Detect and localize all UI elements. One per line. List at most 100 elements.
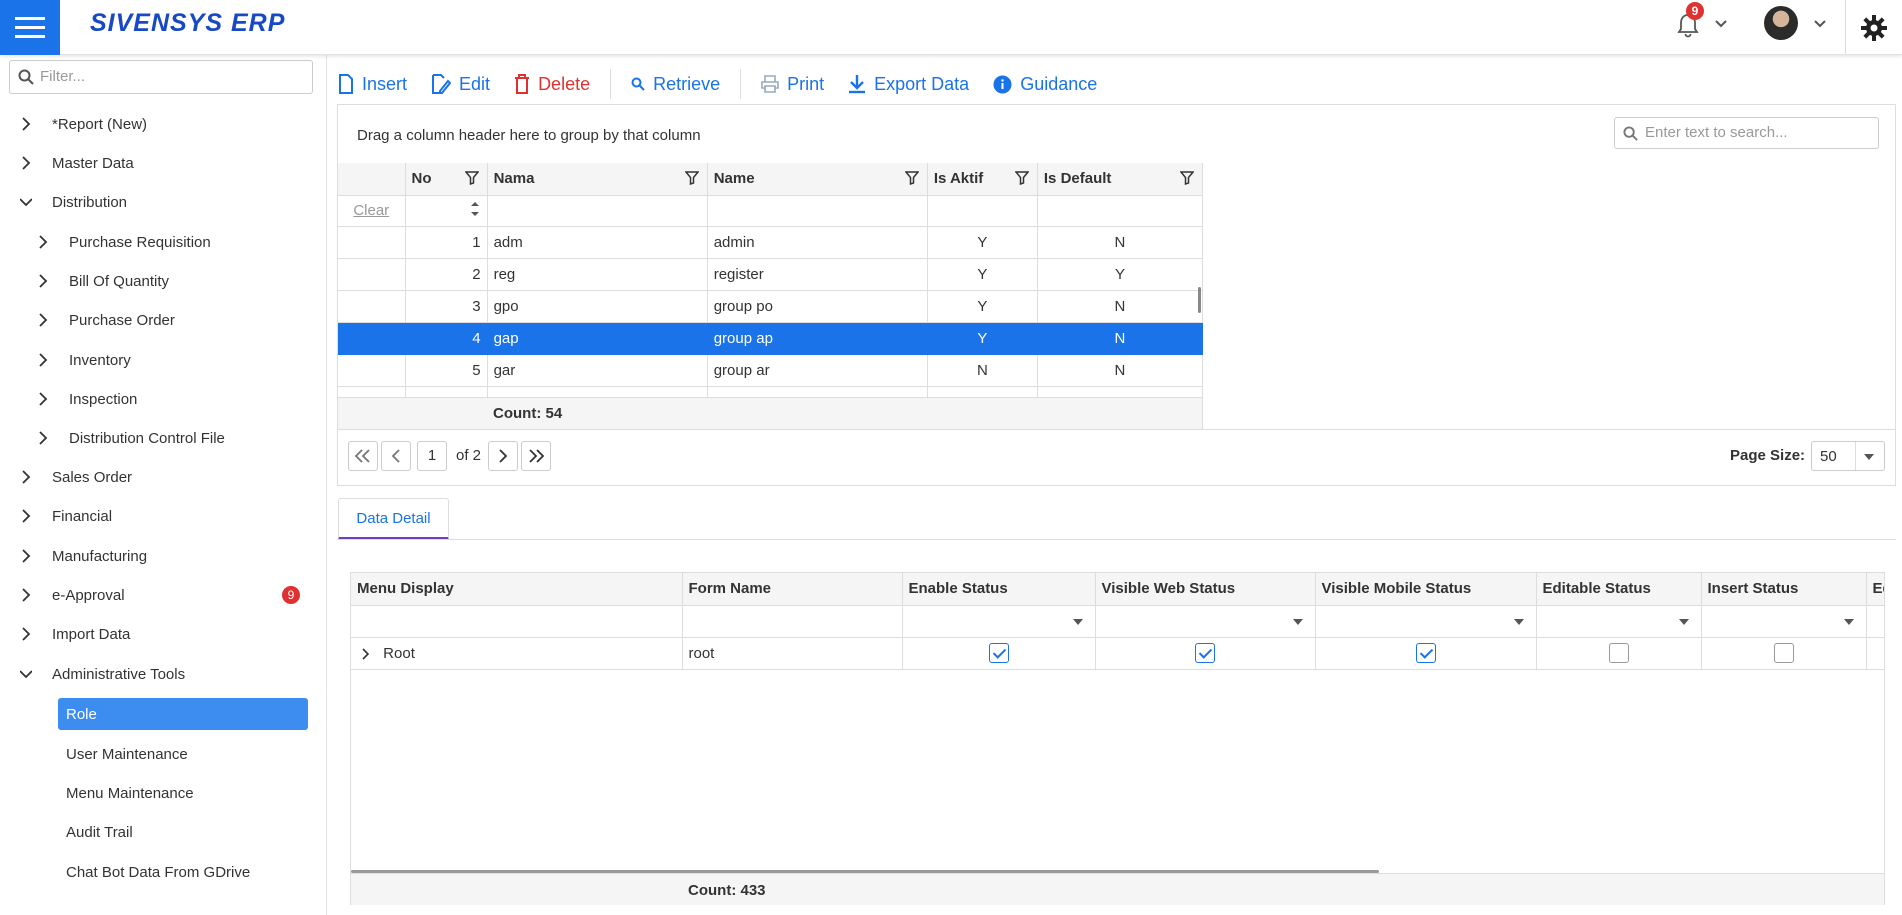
filter-icon[interactable] — [464, 171, 479, 185]
sidebar-item-administrative-tools[interactable]: Administrative Tools — [20, 659, 185, 689]
filter-icon[interactable] — [1180, 171, 1194, 185]
editable-status-checkbox[interactable] — [1608, 643, 1629, 663]
retrieve-button[interactable]: Retrieve — [631, 74, 720, 95]
edit-button[interactable]: Edit — [431, 74, 490, 95]
row-selector[interactable] — [338, 258, 406, 291]
column-header-visible-mobile-status[interactable]: Visible Mobile Status — [1315, 573, 1537, 606]
chevron-down-icon[interactable] — [1714, 17, 1728, 31]
sidebar-item-sales-order[interactable]: Sales Order — [20, 462, 132, 492]
sidebar-item-user-maintenance[interactable]: User Maintenance — [58, 738, 308, 770]
expand-chevron-icon[interactable] — [361, 647, 371, 660]
clear-filter-cell[interactable]: Clear — [338, 195, 406, 227]
column-header-is-aktif[interactable]: Is Aktif — [927, 163, 1038, 196]
cell-no: 4 — [405, 322, 488, 355]
grid-search[interactable] — [1614, 117, 1879, 149]
chevron-down-icon[interactable] — [1813, 17, 1827, 31]
column-header-menu-display[interactable]: Menu Display — [351, 573, 683, 606]
table-row[interactable]: 5 gar group ar N N — [338, 354, 1203, 387]
visible-mobile-status-checkbox[interactable] — [1415, 643, 1436, 663]
filter-cell-form-name[interactable] — [682, 605, 903, 638]
grid-search-input[interactable] — [1645, 118, 1865, 146]
table-row[interactable]: 6 Y N — [338, 386, 1203, 397]
table-row[interactable]: 3 gpo group po Y N — [338, 290, 1203, 323]
spin-arrows-icon[interactable] — [469, 197, 481, 221]
delete-button[interactable]: Delete — [514, 74, 590, 95]
row-selector[interactable] — [338, 290, 406, 323]
last-page-button[interactable] — [521, 441, 551, 471]
filter-icon[interactable] — [684, 171, 699, 185]
column-header-nama[interactable]: Nama — [487, 163, 708, 196]
filter-cell-name[interactable] — [707, 195, 928, 227]
column-header-visible-web-status[interactable]: Visible Web Status — [1095, 573, 1316, 606]
sidebar-item-chat-bot-data[interactable]: Chat Bot Data From GDrive — [58, 856, 308, 888]
filter-icon[interactable] — [904, 171, 919, 185]
column-header-edit-status[interactable]: Ed — [1866, 573, 1884, 606]
filter-icon[interactable] — [1014, 171, 1029, 185]
tree-row[interactable]: Root root — [351, 637, 1884, 670]
row-selector[interactable] — [338, 386, 406, 397]
table-row[interactable]: 1 adm admin Y N — [338, 226, 1203, 259]
insert-status-checkbox[interactable] — [1773, 643, 1794, 663]
filter-select-enable-status[interactable] — [902, 605, 1096, 638]
sidebar-item-manufacturing[interactable]: Manufacturing — [20, 541, 147, 571]
filter-select-editable-status[interactable] — [1536, 605, 1702, 638]
filter-cell-no[interactable] — [405, 195, 488, 227]
sidebar-item-inspection[interactable]: Inspection — [37, 384, 137, 414]
vertical-scrollbar[interactable] — [1198, 287, 1201, 313]
column-header-editable-status[interactable]: Editable Status — [1536, 573, 1702, 606]
filter-cell-nama[interactable] — [487, 195, 708, 227]
filter-select-insert-status[interactable] — [1701, 605, 1867, 638]
dropdown-arrow-icon — [1072, 618, 1083, 625]
sidebar-filter[interactable] — [9, 60, 313, 94]
filter-select-visible-mobile-status[interactable] — [1315, 605, 1537, 638]
page-size-select[interactable]: 50 — [1811, 441, 1885, 471]
sidebar-item-menu-maintenance[interactable]: Menu Maintenance — [58, 777, 308, 809]
insert-button[interactable]: Insert — [338, 74, 407, 95]
sidebar-item-role[interactable]: Role — [58, 698, 308, 730]
sidebar-item-audit-trail[interactable]: Audit Trail — [58, 816, 308, 848]
guidance-button[interactable]: Guidance — [993, 74, 1097, 95]
cell-name: group ap — [707, 322, 928, 355]
sidebar-item-financial[interactable]: Financial — [20, 501, 112, 531]
sidebar-item-report[interactable]: *Report (New) — [20, 109, 147, 139]
sidebar-item-purchase-order[interactable]: Purchase Order — [37, 305, 175, 335]
row-selector[interactable] — [338, 226, 406, 259]
sidebar-item-purchase-requisition[interactable]: Purchase Requisition — [37, 227, 211, 257]
tab-data-detail[interactable]: Data Detail — [338, 498, 449, 540]
next-page-button[interactable] — [488, 441, 518, 471]
clear-filter-link[interactable]: Clear — [353, 202, 389, 219]
sidebar-filter-input[interactable] — [40, 61, 300, 91]
filter-cell-is-default[interactable] — [1037, 195, 1203, 227]
column-header-no[interactable]: No — [405, 163, 488, 196]
visible-web-status-checkbox[interactable] — [1195, 643, 1215, 663]
sidebar-item-distribution-control-file[interactable]: Distribution Control File — [37, 423, 225, 453]
settings-button[interactable] — [1845, 0, 1902, 55]
hamburger-menu-button[interactable] — [0, 0, 60, 55]
enable-status-checkbox[interactable] — [988, 643, 1009, 663]
sidebar-item-distribution[interactable]: Distribution — [20, 187, 127, 217]
print-button[interactable]: Print — [761, 74, 824, 95]
column-header-enable-status[interactable]: Enable Status — [902, 573, 1096, 606]
column-header-insert-status[interactable]: Insert Status — [1701, 573, 1867, 606]
avatar[interactable] — [1764, 6, 1798, 40]
filter-select-visible-web-status[interactable] — [1095, 605, 1316, 638]
column-header-form-name[interactable]: Form Name — [682, 573, 903, 606]
column-header-name[interactable]: Name — [707, 163, 928, 196]
sidebar-item-import-data[interactable]: Import Data — [20, 619, 130, 649]
filter-cell-menu-display[interactable] — [351, 605, 683, 638]
page-number-input[interactable]: 1 — [417, 441, 447, 471]
first-page-button[interactable] — [348, 441, 378, 471]
filter-cell-is-aktif[interactable] — [927, 195, 1038, 227]
row-selector[interactable] — [338, 354, 406, 387]
prev-page-button[interactable] — [381, 441, 411, 471]
sidebar-item-master-data[interactable]: Master Data — [20, 148, 134, 178]
sidebar-item-e-approval[interactable]: e-Approval — [20, 580, 125, 610]
table-row-selected[interactable]: 4 gap group ap Y N — [338, 322, 1203, 355]
sidebar-item-inventory[interactable]: Inventory — [37, 345, 131, 375]
sidebar-item-bill-of-quantity[interactable]: Bill Of Quantity — [37, 266, 169, 296]
filter-cell-edit-status[interactable] — [1866, 605, 1884, 638]
row-selector[interactable] — [338, 322, 406, 355]
table-row[interactable]: 2 reg register Y Y — [338, 258, 1203, 291]
column-header-is-default[interactable]: Is Default — [1037, 163, 1203, 196]
export-data-button[interactable]: Export Data — [848, 74, 969, 95]
